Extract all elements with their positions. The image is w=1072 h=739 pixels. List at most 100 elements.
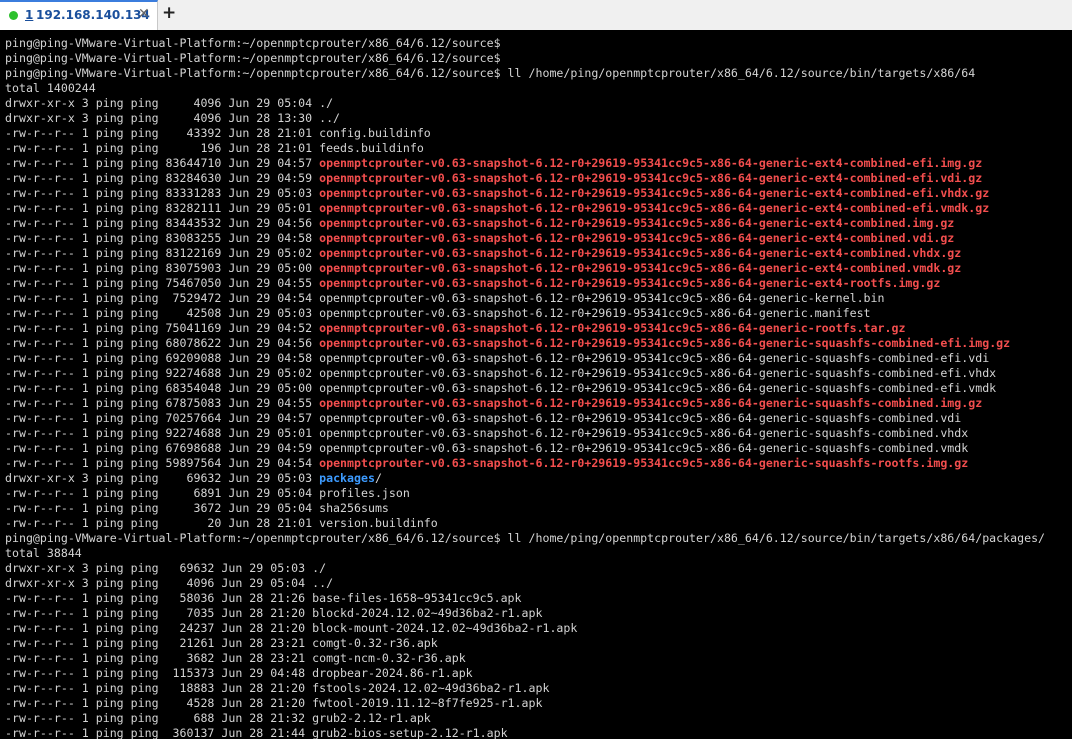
terminal-line: drwxr-xr-x 3 ping ping 69632 Jun 29 05:0… xyxy=(5,561,1045,576)
line-text: -rw-r--r-- 1 ping ping 43392 Jun 28 21:0… xyxy=(5,126,431,140)
terminal-line: -rw-r--r-- 1 ping ping 688 Jun 28 21:32 … xyxy=(5,711,1045,726)
line-text: -rw-r--r-- 1 ping ping 6891 Jun 29 05:04… xyxy=(5,486,410,500)
terminal-line: -rw-r--r-- 1 ping ping 67875083 Jun 29 0… xyxy=(5,396,1045,411)
terminal-line: -rw-r--r-- 1 ping ping 68078622 Jun 29 0… xyxy=(5,336,1045,351)
terminal-line: drwxr-xr-x 3 ping ping 4096 Jun 29 05:04… xyxy=(5,96,1045,111)
archive-filename: openmptcprouter-v0.63-snapshot-6.12-r0+2… xyxy=(319,276,941,290)
line-text: total 38844 xyxy=(5,546,82,560)
terminal-line: -rw-r--r-- 1 ping ping 83282111 Jun 29 0… xyxy=(5,201,1045,216)
line-text: drwxr-xr-x 3 ping ping 4096 Jun 29 05:04… xyxy=(5,96,334,110)
terminal-line: total 1400244 xyxy=(5,81,1045,96)
line-text: -rw-r--r-- 1 ping ping 7035 Jun 28 21:20… xyxy=(5,606,543,620)
terminal-line: -rw-r--r-- 1 ping ping 21261 Jun 28 23:2… xyxy=(5,636,1045,651)
terminal-output[interactable]: ping@ping-VMware-Virtual-Platform:~/open… xyxy=(0,30,1072,739)
archive-filename: openmptcprouter-v0.63-snapshot-6.12-r0+2… xyxy=(319,246,962,260)
line-text: -rw-r--r-- 1 ping ping 68078622 Jun 29 0… xyxy=(5,336,320,350)
terminal-line: -rw-r--r-- 1 ping ping 75467050 Jun 29 0… xyxy=(5,276,1045,291)
line-text: -rw-r--r-- 1 ping ping 69209088 Jun 29 0… xyxy=(5,351,990,365)
terminal-line: -rw-r--r-- 1 ping ping 24237 Jun 28 21:2… xyxy=(5,621,1045,636)
terminal-line: -rw-r--r-- 1 ping ping 7529472 Jun 29 04… xyxy=(5,291,1045,306)
terminal-line: -rw-r--r-- 1 ping ping 83083255 Jun 29 0… xyxy=(5,231,1045,246)
terminal-line: -rw-r--r-- 1 ping ping 18883 Jun 28 21:2… xyxy=(5,681,1045,696)
line-text: -rw-r--r-- 1 ping ping 67698688 Jun 29 0… xyxy=(5,441,969,455)
line-text: -rw-r--r-- 1 ping ping 42508 Jun 29 05:0… xyxy=(5,306,871,320)
terminal-line: -rw-r--r-- 1 ping ping 360137 Jun 28 21:… xyxy=(5,726,1045,739)
terminal-line: ping@ping-VMware-Virtual-Platform:~/open… xyxy=(5,531,1045,546)
line-text: -rw-r--r-- 1 ping ping 83644710 Jun 29 0… xyxy=(5,156,320,170)
archive-filename: openmptcprouter-v0.63-snapshot-6.12-r0+2… xyxy=(319,186,990,200)
line-text: -rw-r--r-- 1 ping ping 59897564 Jun 29 0… xyxy=(5,456,320,470)
new-tab-icon[interactable]: + xyxy=(162,3,176,23)
line-text: ping@ping-VMware-Virtual-Platform:~/open… xyxy=(5,66,976,80)
terminal-line: total 38844 xyxy=(5,546,1045,561)
archive-filename: openmptcprouter-v0.63-snapshot-6.12-r0+2… xyxy=(319,456,969,470)
line-text: drwxr-xr-x 3 ping ping 69632 Jun 29 05:0… xyxy=(5,471,320,485)
terminal-line: drwxr-xr-x 3 ping ping 4096 Jun 29 05:04… xyxy=(5,576,1045,591)
line-text: -rw-r--r-- 1 ping ping 83443532 Jun 29 0… xyxy=(5,216,320,230)
line-text: -rw-r--r-- 1 ping ping 83083255 Jun 29 0… xyxy=(5,231,320,245)
terminal-line: -rw-r--r-- 1 ping ping 83284630 Jun 29 0… xyxy=(5,171,1045,186)
line-text: -rw-r--r-- 1 ping ping 115373 Jun 29 04:… xyxy=(5,666,473,680)
terminal-line: -rw-r--r-- 1 ping ping 83331283 Jun 29 0… xyxy=(5,186,1045,201)
terminal-line: -rw-r--r-- 1 ping ping 58036 Jun 28 21:2… xyxy=(5,591,1045,606)
line-text: -rw-r--r-- 1 ping ping 83331283 Jun 29 0… xyxy=(5,186,320,200)
line-text: -rw-r--r-- 1 ping ping 92274688 Jun 29 0… xyxy=(5,426,969,440)
archive-filename: openmptcprouter-v0.63-snapshot-6.12-r0+2… xyxy=(319,216,955,230)
terminal-line: -rw-r--r-- 1 ping ping 196 Jun 28 21:01 … xyxy=(5,141,1045,156)
line-text: -rw-r--r-- 1 ping ping 67875083 Jun 29 0… xyxy=(5,396,320,410)
terminal-line: -rw-r--r-- 1 ping ping 70257664 Jun 29 0… xyxy=(5,411,1045,426)
archive-filename: openmptcprouter-v0.63-snapshot-6.12-r0+2… xyxy=(319,321,906,335)
line-text: -rw-r--r-- 1 ping ping 83075903 Jun 29 0… xyxy=(5,261,320,275)
tab-title: 192.168.140.134 xyxy=(36,8,150,22)
line-text: -rw-r--r-- 1 ping ping 92274688 Jun 29 0… xyxy=(5,366,997,380)
close-tab-icon[interactable]: ✕ xyxy=(138,6,150,22)
terminal-line: drwxr-xr-x 3 ping ping 69632 Jun 29 05:0… xyxy=(5,471,1045,486)
terminal-line: drwxr-xr-x 3 ping ping 4096 Jun 28 13:30… xyxy=(5,111,1045,126)
connected-status-icon xyxy=(9,11,18,20)
terminal-line: -rw-r--r-- 1 ping ping 67698688 Jun 29 0… xyxy=(5,441,1045,456)
line-text: -rw-r--r-- 1 ping ping 21261 Jun 28 23:2… xyxy=(5,636,438,650)
terminal-line: -rw-r--r-- 1 ping ping 3672 Jun 29 05:04… xyxy=(5,501,1045,516)
terminal-line: -rw-r--r-- 1 ping ping 20 Jun 28 21:01 v… xyxy=(5,516,1045,531)
line-text: -rw-r--r-- 1 ping ping 58036 Jun 28 21:2… xyxy=(5,591,522,605)
terminal-line: -rw-r--r-- 1 ping ping 4528 Jun 28 21:20… xyxy=(5,696,1045,711)
line-text: drwxr-xr-x 3 ping ping 69632 Jun 29 05:0… xyxy=(5,561,327,575)
line-text: -rw-r--r-- 1 ping ping 688 Jun 28 21:32 … xyxy=(5,711,431,725)
terminal-line: -rw-r--r-- 1 ping ping 92274688 Jun 29 0… xyxy=(5,426,1045,441)
line-text: ping@ping-VMware-Virtual-Platform:~/open… xyxy=(5,36,501,50)
terminal-line: -rw-r--r-- 1 ping ping 6891 Jun 29 05:04… xyxy=(5,486,1045,501)
line-text: -rw-r--r-- 1 ping ping 75041169 Jun 29 0… xyxy=(5,321,320,335)
terminal-line: -rw-r--r-- 1 ping ping 42508 Jun 29 05:0… xyxy=(5,306,1045,321)
line-text: -rw-r--r-- 1 ping ping 75467050 Jun 29 0… xyxy=(5,276,320,290)
terminal-line: -rw-r--r-- 1 ping ping 83122169 Jun 29 0… xyxy=(5,246,1045,261)
archive-filename: openmptcprouter-v0.63-snapshot-6.12-r0+2… xyxy=(319,261,962,275)
terminal-line: ping@ping-VMware-Virtual-Platform:~/open… xyxy=(5,66,1045,81)
tab-bar: 1 192.168.140.134 ✕ + xyxy=(0,0,1072,31)
tab-number: 1 xyxy=(25,8,34,22)
terminal-line: -rw-r--r-- 1 ping ping 3682 Jun 28 23:21… xyxy=(5,651,1045,666)
archive-filename: openmptcprouter-v0.63-snapshot-6.12-r0+2… xyxy=(319,336,1011,350)
line-text: -rw-r--r-- 1 ping ping 7529472 Jun 29 04… xyxy=(5,291,885,305)
line-text: -rw-r--r-- 1 ping ping 83122169 Jun 29 0… xyxy=(5,246,320,260)
line-text: -rw-r--r-- 1 ping ping 3682 Jun 28 23:21… xyxy=(5,651,466,665)
line-text: -rw-r--r-- 1 ping ping 196 Jun 28 21:01 … xyxy=(5,141,424,155)
terminal-line: -rw-r--r-- 1 ping ping 59897564 Jun 29 0… xyxy=(5,456,1045,471)
terminal-line: -rw-r--r-- 1 ping ping 43392 Jun 28 21:0… xyxy=(5,126,1045,141)
terminal-line: -rw-r--r-- 1 ping ping 83075903 Jun 29 0… xyxy=(5,261,1045,276)
directory-name: packages xyxy=(319,471,375,485)
terminal-line: -rw-r--r-- 1 ping ping 83443532 Jun 29 0… xyxy=(5,216,1045,231)
terminal-line: -rw-r--r-- 1 ping ping 68354048 Jun 29 0… xyxy=(5,381,1045,396)
line-text: -rw-r--r-- 1 ping ping 18883 Jun 28 21:2… xyxy=(5,681,550,695)
terminal-line: -rw-r--r-- 1 ping ping 69209088 Jun 29 0… xyxy=(5,351,1045,366)
line-text: total 1400244 xyxy=(5,81,96,95)
line-text: -rw-r--r-- 1 ping ping 3672 Jun 29 05:04… xyxy=(5,501,389,515)
line-text: -rw-r--r-- 1 ping ping 70257664 Jun 29 0… xyxy=(5,411,962,425)
line-text: -rw-r--r-- 1 ping ping 68354048 Jun 29 0… xyxy=(5,381,997,395)
archive-filename: openmptcprouter-v0.63-snapshot-6.12-r0+2… xyxy=(319,396,983,410)
archive-filename: openmptcprouter-v0.63-snapshot-6.12-r0+2… xyxy=(319,231,955,245)
terminal-line: -rw-r--r-- 1 ping ping 7035 Jun 28 21:20… xyxy=(5,606,1045,621)
session-tab[interactable]: 1 192.168.140.134 ✕ xyxy=(0,0,158,30)
line-text: -rw-r--r-- 1 ping ping 83282111 Jun 29 0… xyxy=(5,201,320,215)
line-text: / xyxy=(374,471,382,485)
terminal-line: -rw-r--r-- 1 ping ping 115373 Jun 29 04:… xyxy=(5,666,1045,681)
